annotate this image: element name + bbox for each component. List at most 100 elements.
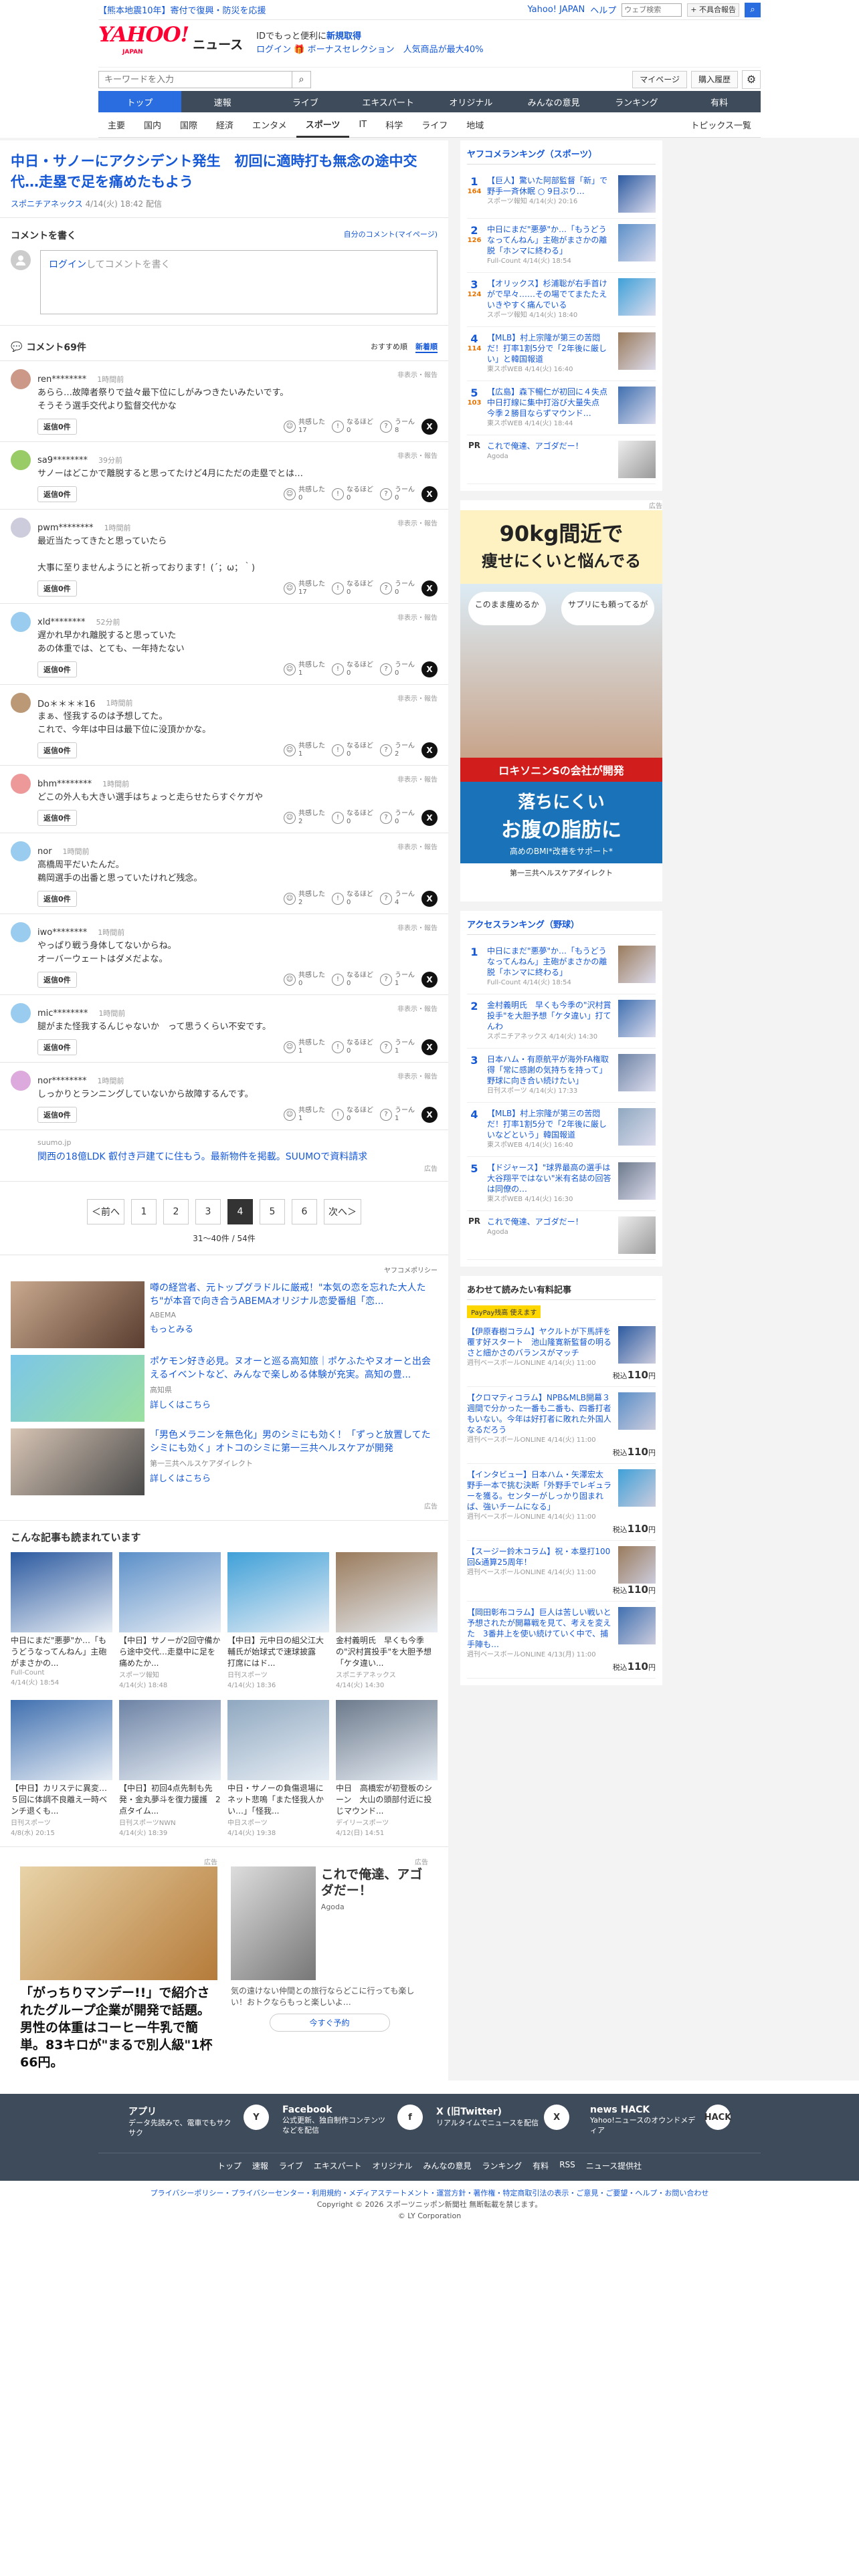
comment-author[interactable]: bhm********: [37, 779, 92, 789]
sponsored-item[interactable]: 噂の経営者、元トップグラドルに厳戒！"本気の恋を忘れた大人たち"が本音で向き合う…: [11, 1281, 438, 1348]
related-title[interactable]: 【中日】初回4点先制も先発・金丸夢斗を復力援護 2点タイム...: [119, 1783, 221, 1817]
related-card[interactable]: 【中日】元中日の組父江大輔氏が始球式で速球披露 打席にはド... 日刊スポーツ 4/…: [227, 1552, 329, 1689]
sponsored-title[interactable]: 噂の経営者、元トップグラドルに厳戒！"本気の恋を忘れた大人たち"が本音で向き合う…: [150, 1281, 438, 1308]
page-button[interactable]: 5: [260, 1199, 285, 1224]
rank-title[interactable]: 【オリックス】杉浦聡が右手首けがで早々……その場でてまたたえいきやすく痛んでいる: [487, 279, 607, 310]
report-link[interactable]: 非表示・報告: [397, 450, 438, 460]
article-source[interactable]: スポニチアネックス: [11, 199, 83, 209]
paid-item[interactable]: 【岡田彰布コラム】巨人は苦しい戦いと予想されたが開幕戦を見て、考えを変えた 3番…: [467, 1602, 656, 1679]
report-link[interactable]: 非表示・報告: [397, 922, 438, 932]
ad-title[interactable]: 「がっちりマンデー!!」で紹介されたグループ企業が開発で話題。男性の体重はコーヒ…: [20, 1984, 217, 2071]
reply-button[interactable]: 返信0件: [37, 1107, 77, 1123]
reaction-2[interactable]: ? うーん 8: [380, 419, 415, 435]
related-title[interactable]: 【中日】サノーが2回守備から途中交代…走塁中に足を痛めたか...: [119, 1635, 221, 1669]
ranking-item[interactable]: 5 103 【広島】森下暢仁が初回に４失点 中日打線に集中打浴び大量失点 今季２勝目…: [467, 381, 656, 435]
login-link[interactable]: ログイン: [256, 45, 291, 55]
reply-button[interactable]: 返信0件: [37, 419, 77, 435]
reaction-0[interactable]: ☺ 共感した 1: [284, 1039, 325, 1055]
register-link[interactable]: 新規取得: [326, 31, 361, 41]
reaction-0[interactable]: ☺ 共感した 0: [284, 972, 325, 988]
report-link[interactable]: 非表示・報告: [397, 1071, 438, 1081]
subnav-tab-2[interactable]: 国際: [171, 112, 207, 138]
reaction-0[interactable]: ☺ 共感した 0: [284, 486, 325, 502]
report-bug-button[interactable]: + 不具合報告: [687, 3, 739, 17]
promo-link[interactable]: 【熊本地震10年】寄付で復興・防災を応援: [98, 3, 266, 16]
reaction-2[interactable]: ? うーん 0: [380, 810, 415, 826]
news-search-input[interactable]: [98, 70, 292, 88]
sponsored-title[interactable]: ポケモン好き必見。ヌオーと巡る高知旅｜ポケふたやヌオーと出会えるイベントなど、み…: [150, 1355, 438, 1382]
report-link[interactable]: 非表示・報告: [397, 518, 438, 528]
subnav-tab-1[interactable]: 国内: [134, 112, 171, 138]
related-title[interactable]: 【中日】元中日の組父江大輔氏が始球式で速球披露 打席にはド...: [227, 1635, 329, 1669]
subnav-tab-8[interactable]: ライフ: [412, 112, 457, 138]
footer-link[interactable]: ニュース提供社: [586, 2160, 642, 2171]
reaction-1[interactable]: ! なるほど 0: [332, 972, 373, 988]
reaction-1[interactable]: ! なるほど 0: [332, 580, 373, 597]
footer-link[interactable]: エキスパート: [314, 2160, 362, 2171]
comment-author[interactable]: Do＊＊＊＊16: [37, 697, 96, 710]
reaction-0[interactable]: ☺ 共感した 17: [284, 580, 325, 597]
footer-col[interactable]: アプリ データ先読みで、電車でもサクサク Y: [128, 2105, 269, 2138]
footer-link[interactable]: トップ: [217, 2160, 242, 2171]
subnav-tab-4[interactable]: エンタメ: [243, 112, 296, 138]
nav-tab-5[interactable]: みんなの意見: [512, 91, 595, 112]
x-icon[interactable]: X: [544, 2105, 570, 2130]
app-icon[interactable]: Y: [244, 2105, 269, 2130]
paid-title[interactable]: 【伊原春樹コラム】ヤクルトが下馬評を覆す好スタート 池山隆寛新監督の明るさと細か…: [467, 1327, 611, 1358]
sponsored-more-link[interactable]: 詳しくはこちら: [150, 1471, 438, 1484]
paid-item[interactable]: 【インタビュー】日本ハム・矢澤宏太 野手一本で挑む決断「外野手でレギュラーを獲る…: [467, 1464, 656, 1541]
reply-button[interactable]: 返信0件: [37, 891, 77, 907]
next-page-button[interactable]: 次へ＞: [324, 1199, 361, 1224]
footer-col-title[interactable]: X (旧Twitter): [436, 2105, 539, 2118]
nav-tab-1[interactable]: 速報: [181, 91, 264, 112]
ranking-item[interactable]: 2 126 中日にまだ"悪夢"か…「もうどうなってんねん」主砲がまさかの離脱「ホンマ…: [467, 219, 656, 273]
yahoo-news-logo[interactable]: YAHOO! JAPAN ニュース: [98, 25, 243, 60]
my-comments-link[interactable]: 自分のコメント(マイページ): [344, 229, 438, 242]
reply-button[interactable]: 返信0件: [37, 661, 77, 677]
reply-button[interactable]: 返信0件: [37, 810, 77, 826]
login-link[interactable]: ログイン: [49, 259, 86, 270]
prev-page-button[interactable]: ＜前へ: [87, 1199, 124, 1224]
comment-author[interactable]: pwm********: [37, 523, 94, 533]
access-pr[interactable]: PR これで俺達、アゴダだー！ Agoda: [467, 1211, 656, 1260]
reaction-2[interactable]: ? うーん 1: [380, 972, 415, 988]
reaction-0[interactable]: ☺ 共感した 1: [284, 661, 325, 677]
report-link[interactable]: 非表示・報告: [397, 774, 438, 784]
rank-title[interactable]: 【巨人】驚いた阿部監督「新」で野手一斉休眠 ○ 9日ぶり…: [487, 176, 607, 196]
ad-agoda[interactable]: 広告 これで俺達、アゴダだー！ Agoda 気の遠けない仲間との旅行ならどこに行…: [231, 1856, 428, 2071]
reaction-1[interactable]: ! なるほど 0: [332, 419, 373, 435]
legal-links[interactable]: プライバシーポリシー・プライバシーセンター・利用規約・メディアステートメント・運…: [0, 2187, 859, 2199]
rank-title[interactable]: 中日にまだ"悪夢"か…「もうどうなってんねん」主砲がまさかの離脱「ホンマに終わる…: [487, 225, 607, 255]
reaction-0[interactable]: ☺ 共感した 17: [284, 419, 325, 435]
footer-col-title[interactable]: アプリ: [128, 2105, 238, 2118]
subnav-tab-9[interactable]: 地域: [457, 112, 493, 138]
report-link[interactable]: 非表示・報告: [397, 369, 438, 379]
reaction-2[interactable]: ? うーん 1: [380, 1107, 415, 1123]
mypage-button[interactable]: マイページ: [632, 70, 687, 88]
nav-tab-6[interactable]: ランキング: [595, 91, 678, 112]
footer-col[interactable]: news HACK Yahoo!ニュースのオウンドメディア HACK: [590, 2105, 731, 2138]
sponsored-item[interactable]: ポケモン好き必見。ヌオーと巡る高知旅｜ポケふたやヌオーと出会えるイベントなど、み…: [11, 1355, 438, 1422]
x-share-icon[interactable]: X: [421, 1039, 438, 1055]
footer-link[interactable]: 速報: [252, 2160, 268, 2171]
report-link[interactable]: 非表示・報告: [397, 1003, 438, 1013]
rank-title[interactable]: 金村義明氏 早くも今季の"沢村賞投手"を大胆予想「ケタ違い」打てんわ: [487, 1000, 611, 1031]
topics-list-link[interactable]: トピックス一覧: [681, 112, 761, 138]
footer-col[interactable]: Facebook 公式更新、独自制作コンテンツなどを配信 f: [282, 2105, 423, 2138]
ad-title[interactable]: これで俺達、アゴダだー！: [321, 1866, 428, 1899]
rank-title[interactable]: 中日にまだ"悪夢"か…「もうどうなってんねん」主砲がまさかの離脱「ホンマに終わる…: [487, 946, 607, 977]
reaction-1[interactable]: ! なるほど 0: [332, 486, 373, 502]
reaction-1[interactable]: ! なるほど 0: [332, 891, 373, 907]
book-now-button[interactable]: 今すぐ予約: [269, 2014, 390, 2032]
reaction-2[interactable]: ? うーん 0: [380, 580, 415, 597]
yahoo-japan-link[interactable]: Yahoo! JAPAN: [528, 5, 585, 15]
reaction-2[interactable]: ? うーん 0: [380, 486, 415, 502]
sponsored-more-link[interactable]: 詳しくはこちら: [150, 1398, 438, 1410]
related-title[interactable]: 中日 高橋宏が初登板のシーン 大山の頭部付近に投じマウンド...: [336, 1783, 438, 1817]
reaction-0[interactable]: ☺ 共感した 1: [284, 1107, 325, 1123]
subnav-tab-0[interactable]: 主要: [98, 112, 134, 138]
related-card[interactable]: 【中日】サノーが2回守備から途中交代…走塁中に足を痛めたか... スポーツ報知 4/…: [119, 1552, 221, 1689]
reaction-1[interactable]: ! なるほど 0: [332, 742, 373, 758]
footer-col-title[interactable]: news HACK: [590, 2105, 700, 2115]
page-button[interactable]: 1: [131, 1199, 157, 1224]
